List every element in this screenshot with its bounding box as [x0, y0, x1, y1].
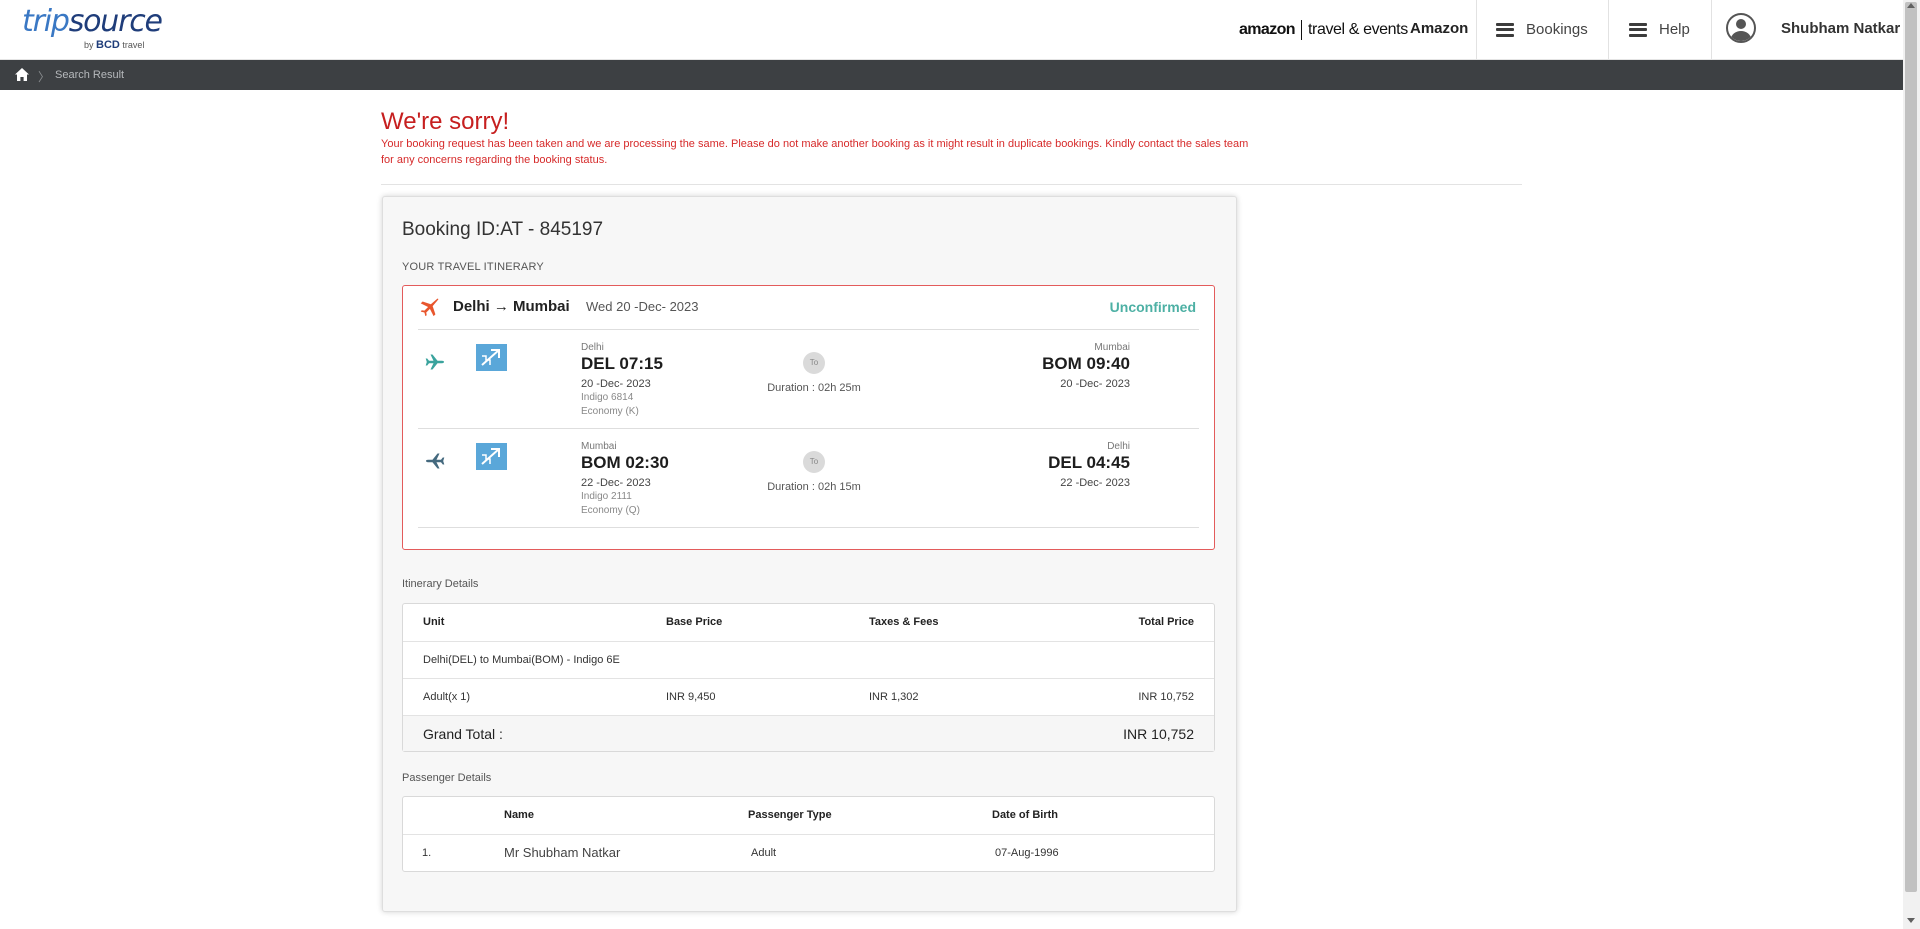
- passenger-dob: 07-Aug-1996: [995, 847, 1059, 859]
- company-name: Amazon: [1410, 20, 1469, 37]
- column-header: Base Price: [666, 616, 723, 628]
- nav-help-label: Help: [1659, 21, 1690, 38]
- scroll-up-arrow-icon[interactable]: [1907, 3, 1915, 8]
- scrollbar-thumb[interactable]: [1905, 2, 1917, 892]
- arrival-city: Delhi: [1107, 441, 1130, 452]
- grand-total-row: Grand Total : INR 10,752: [403, 715, 1214, 751]
- column-header: Taxes & Fees: [869, 616, 939, 628]
- tripsource-logo[interactable]: tripsource by BCD travel: [22, 4, 163, 52]
- table-row: Delhi(DEL) to Mumbai(BOM) - Indigo 6E: [403, 641, 1214, 678]
- flight-number: Indigo 6814: [581, 392, 634, 403]
- partner-divider: [1300, 20, 1302, 40]
- home-icon[interactable]: [15, 68, 29, 81]
- passenger-table: Name Passenger Type Date of Birth 1. Mr …: [402, 796, 1215, 872]
- nav-help[interactable]: Help: [1629, 0, 1711, 59]
- passenger-name: Mr Shubham Natkar: [504, 845, 621, 860]
- booking-id: Booking ID:AT - 845197: [402, 219, 604, 240]
- logo-bcd-text: BCD: [96, 39, 120, 51]
- flight-duration: Duration : 02h 15m: [767, 481, 861, 493]
- breadcrumb-current: Search Result: [55, 69, 125, 81]
- breadcrumb-separator: 〉: [38, 70, 51, 84]
- divider: [381, 184, 1522, 185]
- column-header: Date of Birth: [992, 809, 1058, 821]
- partner-logo: amazon travel & events: [1239, 18, 1408, 42]
- table-header-row: Name Passenger Type Date of Birth: [403, 797, 1214, 834]
- passenger-index: 1.: [422, 847, 432, 859]
- breadcrumb: 〉 Search Result: [0, 60, 1903, 90]
- top-header: tripsource by BCD travel amazon travel &…: [0, 0, 1903, 60]
- column-header: Total Price: [1138, 616, 1194, 628]
- logo-byline: by BCD travel: [84, 39, 144, 51]
- departure-date: 20 -Dec- 2023: [581, 378, 651, 390]
- grand-total-value: INR 10,752: [1123, 726, 1194, 742]
- cabin-class: Economy (Q): [581, 505, 640, 516]
- nav-bookings-label: Bookings: [1526, 21, 1588, 38]
- passenger-details-label: Passenger Details: [402, 772, 492, 784]
- user-name[interactable]: Shubham Natkar: [1781, 20, 1900, 37]
- base-price-cell: INR 9,450: [666, 691, 716, 703]
- logo-source-text: source: [68, 4, 163, 39]
- logo-travel-text: travel: [122, 40, 145, 50]
- route-date: Wed 20 -Dec- 2023: [586, 299, 699, 314]
- itinerary-label: YOUR TRAVEL ITINERARY: [402, 261, 544, 273]
- flight-number: Indigo 2111: [581, 491, 632, 502]
- arrival-date: 22 -Dec- 2023: [1060, 477, 1130, 489]
- table-row: 1. Mr Shubham Natkar Adult 07-Aug-1996: [403, 834, 1214, 871]
- departure-time: DEL 07:15: [581, 354, 663, 373]
- flight-segment: Delhi DEL 07:15 20 -Dec- 2023 Indigo 681…: [403, 330, 1216, 428]
- taxes-cell: INR 1,302: [869, 691, 919, 703]
- passenger-type: Adult: [751, 847, 777, 859]
- route-title: Delhi → Mumbai: [453, 298, 570, 315]
- flight-icon: [426, 453, 445, 469]
- hamburger-icon: [1496, 22, 1514, 37]
- flight-icon: [425, 354, 444, 370]
- booking-card: Booking ID:AT - 845197 YOUR TRAVEL ITINE…: [382, 196, 1237, 912]
- flight-segment: Mumbai BOM 02:30 22 -Dec- 2023 Indigo 21…: [403, 429, 1216, 527]
- column-header: Unit: [423, 616, 445, 628]
- user-avatar-icon[interactable]: [1726, 13, 1756, 43]
- departure-date: 22 -Dec- 2023: [581, 477, 651, 489]
- airline-logo: [476, 443, 507, 470]
- arrival-time: DEL 04:45: [1048, 453, 1130, 472]
- nav-divider: [1608, 0, 1609, 59]
- error-message: Your booking request has been taken and …: [381, 138, 1249, 166]
- departure-time: BOM 02:30: [581, 453, 669, 472]
- itinerary-details-label: Itinerary Details: [402, 578, 479, 590]
- partner-brand: amazon: [1239, 21, 1296, 38]
- column-header: Passenger Type: [748, 809, 832, 821]
- route-cell: Delhi(DEL) to Mumbai(BOM) - Indigo 6E: [423, 654, 620, 666]
- scroll-down-arrow-icon[interactable]: [1907, 918, 1915, 923]
- partner-program: travel & events: [1307, 21, 1408, 38]
- column-header: Name: [504, 809, 534, 821]
- total-price-cell: INR 10,752: [1138, 691, 1194, 703]
- logo-trip-text: trip: [22, 4, 70, 39]
- table-row: Adult(x 1) INR 9,450 INR 1,302 INR 10,75…: [403, 678, 1214, 715]
- table-header-row: Unit Base Price Taxes & Fees Total Price: [403, 604, 1214, 641]
- logo-by-text: by: [84, 40, 94, 50]
- unit-cell: Adult(x 1): [423, 691, 471, 703]
- error-title: We're sorry!: [381, 108, 510, 135]
- grand-total-label: Grand Total :: [423, 726, 503, 742]
- departure-city: Delhi: [581, 342, 604, 353]
- status-badge: Unconfirmed: [1109, 299, 1196, 315]
- to-badge: To: [803, 451, 825, 473]
- arrival-date: 20 -Dec- 2023: [1060, 378, 1130, 390]
- arrival-time: BOM 09:40: [1042, 354, 1130, 373]
- itinerary-box: Delhi → Mumbai Wed 20 -Dec- 2023 Unconfi…: [402, 285, 1215, 550]
- nav-divider: [1711, 0, 1712, 59]
- flight-route-icon: [420, 298, 439, 317]
- hamburger-icon: [1629, 22, 1647, 37]
- segment-divider: [418, 527, 1199, 528]
- nav-bookings[interactable]: Bookings: [1496, 0, 1608, 59]
- price-table: Unit Base Price Taxes & Fees Total Price…: [402, 603, 1215, 752]
- to-badge: To: [803, 352, 825, 374]
- flight-duration: Duration : 02h 25m: [767, 382, 861, 394]
- departure-city: Mumbai: [581, 441, 617, 452]
- airline-logo: [476, 344, 507, 371]
- cabin-class: Economy (K): [581, 406, 639, 417]
- nav-divider: [1476, 0, 1477, 59]
- arrival-city: Mumbai: [1094, 342, 1130, 353]
